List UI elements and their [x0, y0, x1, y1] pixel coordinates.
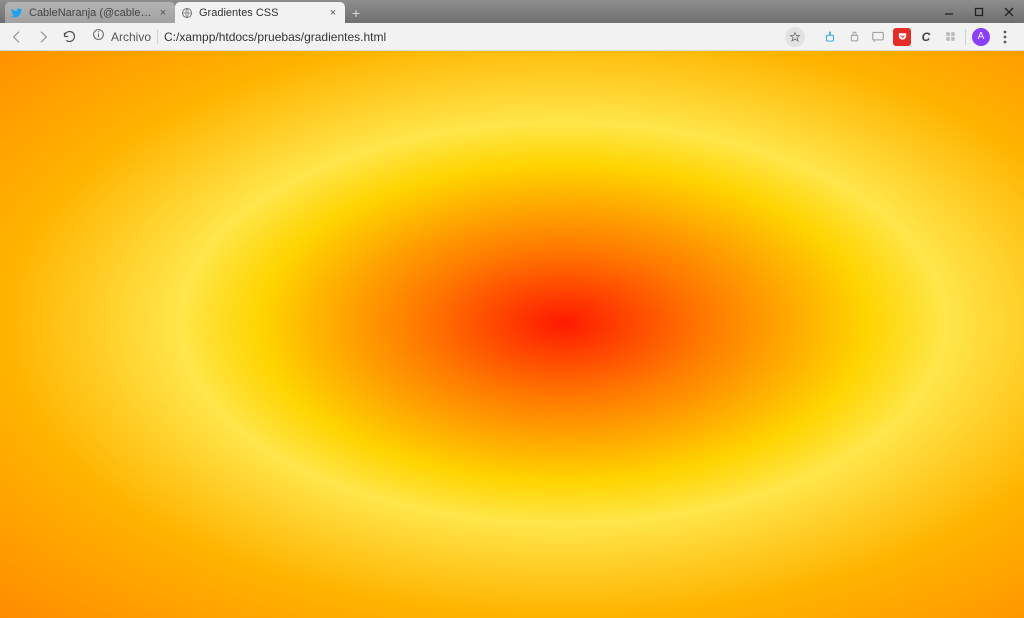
minimize-button[interactable] [934, 0, 964, 23]
info-icon[interactable] [92, 28, 105, 46]
close-window-button[interactable] [994, 0, 1024, 23]
window-controls [934, 0, 1024, 23]
address-bar[interactable]: Archivo C:/xampp/htdocs/pruebas/gradient… [84, 26, 813, 48]
tab-cablenaranja[interactable]: CableNaranja (@cablenaranja7) / × [5, 2, 175, 23]
close-icon[interactable]: × [157, 7, 169, 19]
cast-icon[interactable] [869, 28, 887, 46]
reload-button[interactable] [58, 26, 80, 48]
tab-strip: CableNaranja (@cablenaranja7) / × Gradie… [0, 0, 367, 23]
separator [157, 30, 158, 44]
twitter-icon [11, 7, 23, 19]
new-tab-button[interactable]: + [345, 2, 367, 23]
window-titlebar: CableNaranja (@cablenaranja7) / × Gradie… [0, 0, 1024, 23]
extension-c-icon[interactable]: C [917, 28, 935, 46]
maximize-button[interactable] [964, 0, 994, 23]
url-text: C:/xampp/htdocs/pruebas/gradientes.html [164, 30, 779, 44]
extension-icons: C A [817, 28, 1018, 46]
pocket-icon[interactable] [893, 28, 911, 46]
toolbar: Archivo C:/xampp/htdocs/pruebas/gradient… [0, 23, 1024, 51]
globe-icon [181, 7, 193, 19]
bookmark-star-icon[interactable] [785, 27, 805, 47]
tab-title: CableNaranja (@cablenaranja7) / [29, 7, 157, 19]
kebab-menu-icon[interactable] [996, 28, 1014, 46]
close-icon[interactable]: × [327, 7, 339, 19]
lock-icon[interactable] [845, 28, 863, 46]
separator [965, 29, 966, 45]
extension-grid-icon[interactable] [941, 28, 959, 46]
tab-gradientes[interactable]: Gradientes CSS × [175, 2, 345, 23]
page-viewport [0, 51, 1024, 618]
file-scheme-label: Archivo [111, 30, 151, 44]
back-button[interactable] [6, 26, 28, 48]
tab-title: Gradientes CSS [199, 7, 327, 19]
extension-icon[interactable] [821, 28, 839, 46]
forward-button[interactable] [32, 26, 54, 48]
profile-avatar[interactable]: A [972, 28, 990, 46]
